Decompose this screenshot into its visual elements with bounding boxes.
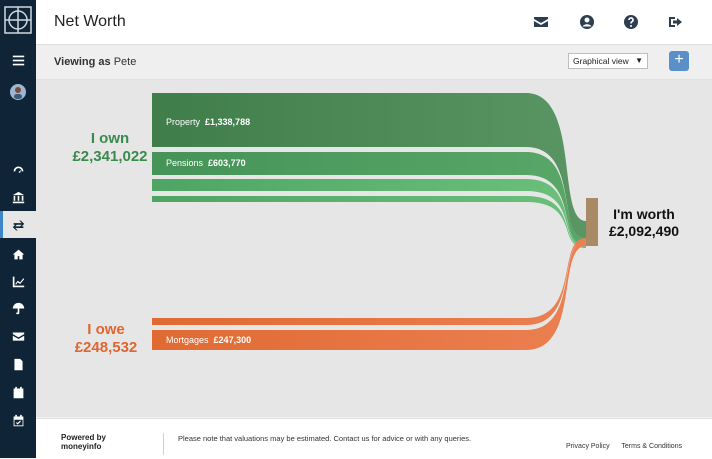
bank-icon[interactable] xyxy=(0,187,36,207)
flow-label-mortgages[interactable]: Mortgages £247,300 xyxy=(166,335,251,345)
powered-by: Powered by moneyinfo xyxy=(61,433,106,451)
sign-out-icon[interactable] xyxy=(666,12,686,32)
powered-line2: moneyinfo xyxy=(61,442,102,451)
header: Net Worth xyxy=(36,0,712,45)
sidebar xyxy=(0,0,36,458)
own-title: I own xyxy=(90,130,130,147)
logo-icon[interactable] xyxy=(4,6,32,34)
home-icon[interactable] xyxy=(0,244,36,264)
viewing-as: Viewing as Pete xyxy=(54,56,136,68)
chevron-down-icon: ▼ xyxy=(635,56,643,65)
view-select-value: Graphical view xyxy=(573,56,629,66)
divider xyxy=(163,433,164,455)
user-icon[interactable] xyxy=(577,12,597,32)
umbrella-icon[interactable] xyxy=(0,298,36,318)
calendar-icon[interactable] xyxy=(0,382,36,402)
avatar[interactable] xyxy=(0,82,36,102)
valuation-note: Please note that valuations may be estim… xyxy=(178,434,472,443)
add-button[interactable]: + xyxy=(669,51,689,71)
owe-title: I owe xyxy=(87,321,125,338)
owe-value: £248,532 xyxy=(74,339,138,356)
viewing-label: Viewing as xyxy=(54,56,111,68)
footer-links: Privacy Policy Terms & Conditions xyxy=(566,443,692,450)
worth-title: I'm worth xyxy=(613,206,675,222)
page-title: Net Worth xyxy=(54,13,126,30)
envelope-icon[interactable] xyxy=(0,326,36,346)
worth-label: I'm worth £2,092,490 xyxy=(594,206,694,240)
privacy-link[interactable]: Privacy Policy xyxy=(566,443,610,450)
flow-small-2 xyxy=(152,196,586,248)
own-label: I own £2,341,022 xyxy=(70,130,150,166)
flow-mortgages xyxy=(152,240,586,350)
powered-line1: Powered by xyxy=(61,433,106,442)
viewing-name: Pete xyxy=(113,56,137,68)
footer: Powered by moneyinfo Please note that va… xyxy=(36,418,712,459)
flow-label-pensions[interactable]: Pensions £603,770 xyxy=(166,158,246,168)
flow-small-1 xyxy=(152,179,586,247)
help-icon[interactable] xyxy=(621,12,641,32)
chart-icon[interactable] xyxy=(0,271,36,291)
flow-label-property[interactable]: Property £1,338,788 xyxy=(166,117,250,127)
terms-link[interactable]: Terms & Conditions xyxy=(621,443,682,450)
flow-owe-small xyxy=(152,238,586,325)
document-icon[interactable] xyxy=(0,354,36,374)
owe-label: I owe £248,532 xyxy=(62,321,150,357)
subheader: Viewing as Pete Graphical view ▼ + xyxy=(36,45,712,80)
dashboard-icon[interactable] xyxy=(0,160,36,180)
menu-icon[interactable] xyxy=(0,50,36,70)
calendar-check-icon[interactable] xyxy=(0,410,36,430)
view-select[interactable]: Graphical view ▼ xyxy=(568,53,648,69)
own-value: £2,341,022 xyxy=(72,148,148,165)
worth-value: £2,092,490 xyxy=(608,223,680,239)
envelope-icon[interactable] xyxy=(531,12,551,32)
sankey-area: I own £2,341,022 I owe £248,532 I'm wort… xyxy=(36,80,712,417)
transfer-icon[interactable] xyxy=(0,215,36,235)
